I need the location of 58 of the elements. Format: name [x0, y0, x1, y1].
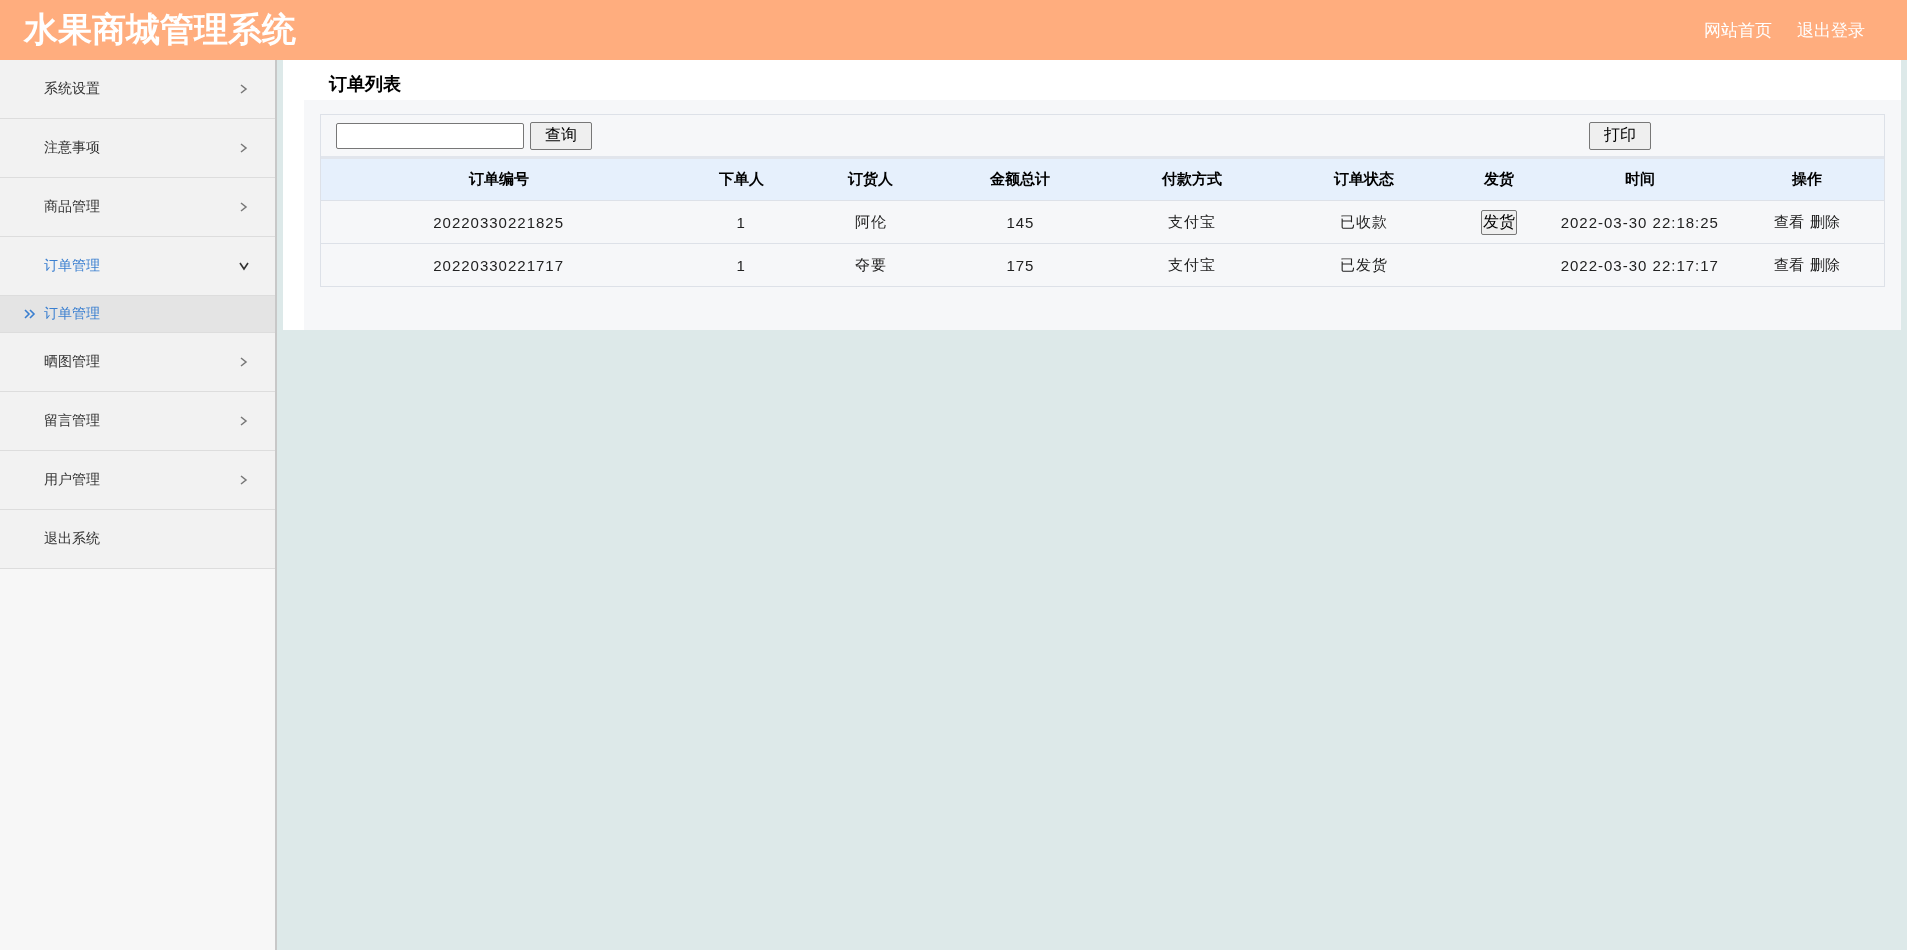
chevron-right-icon: [239, 84, 249, 94]
table-cell: 145: [935, 200, 1106, 244]
table-cell: 1: [676, 243, 807, 286]
table-cell: 2022-03-30 22:17:17: [1548, 243, 1731, 286]
table-cell: 已收款: [1278, 200, 1449, 244]
column-header: 下单人: [676, 159, 807, 201]
menu-label: 商品管理: [44, 198, 100, 216]
sidebar-menu-item[interactable]: 注意事项: [0, 119, 275, 178]
sidebar-menu-item[interactable]: 留言管理: [0, 392, 275, 451]
menu-label: 留言管理: [44, 412, 100, 430]
menu-label: 退出系统: [44, 530, 100, 548]
chevron-right-icon: [239, 202, 249, 212]
action-link[interactable]: 删除: [1810, 212, 1841, 230]
page-title: 订单列表: [327, 73, 402, 96]
table-cell: 夺要: [806, 243, 936, 286]
sidebar-menu-item[interactable]: 系统设置: [0, 60, 275, 119]
column-header: 订单状态: [1278, 159, 1449, 201]
action-link[interactable]: 删除: [1810, 255, 1841, 273]
table-cell: 支付宝: [1105, 200, 1279, 244]
chevron-right-icon: [239, 416, 249, 426]
column-header: 时间: [1548, 159, 1731, 201]
menu-label: 注意事项: [44, 139, 100, 157]
menu-label: 系统设置: [44, 80, 100, 98]
sidebar-menu-item[interactable]: 订单管理: [0, 237, 275, 296]
menu-label: 晒图管理: [44, 353, 100, 371]
chevron-down-icon: [239, 261, 249, 271]
double-chevron-icon: [24, 309, 36, 319]
chevron-right-icon: [239, 143, 249, 153]
column-header: 操作: [1730, 159, 1884, 201]
table-cell: 阿伦: [806, 200, 936, 244]
search-field[interactable]: [336, 122, 524, 149]
column-header: 订单编号: [321, 159, 677, 201]
column-header: 付款方式: [1105, 159, 1279, 201]
chevron-right-icon: [239, 357, 249, 367]
column-header: 金额总计: [935, 159, 1106, 201]
menu-label: 订单管理: [44, 257, 100, 275]
table-cell: 20220330221717: [321, 243, 677, 286]
table-cell: 175: [935, 243, 1106, 286]
table-cell: 20220330221825: [321, 200, 677, 244]
submenu-label: 订单管理: [44, 305, 100, 323]
menu-label: 用户管理: [44, 471, 100, 489]
ship-button[interactable]: 发货: [1480, 209, 1517, 235]
chevron-right-icon: [239, 475, 249, 485]
sidebar-menu-item[interactable]: 退出系统: [0, 510, 275, 569]
sidebar-menu-item[interactable]: 商品管理: [0, 178, 275, 237]
action-link[interactable]: 查看: [1774, 212, 1805, 230]
table-cell: 1: [676, 200, 807, 244]
table-cell: 支付宝: [1105, 243, 1279, 286]
column-header: 发货: [1448, 159, 1549, 201]
print-button[interactable]: 打印: [1589, 121, 1651, 150]
sidebar-menu-item[interactable]: 用户管理: [0, 451, 275, 510]
app-title: 水果商城管理系统: [24, 9, 296, 50]
table-cell: 2022-03-30 22:18:25: [1548, 200, 1731, 244]
table-cell: 已发货: [1278, 243, 1449, 286]
column-header: 订货人: [806, 159, 936, 201]
action-link[interactable]: 查看: [1774, 255, 1805, 273]
sidebar-menu-item[interactable]: 晒图管理: [0, 333, 275, 392]
search-button[interactable]: 查询: [530, 121, 592, 150]
